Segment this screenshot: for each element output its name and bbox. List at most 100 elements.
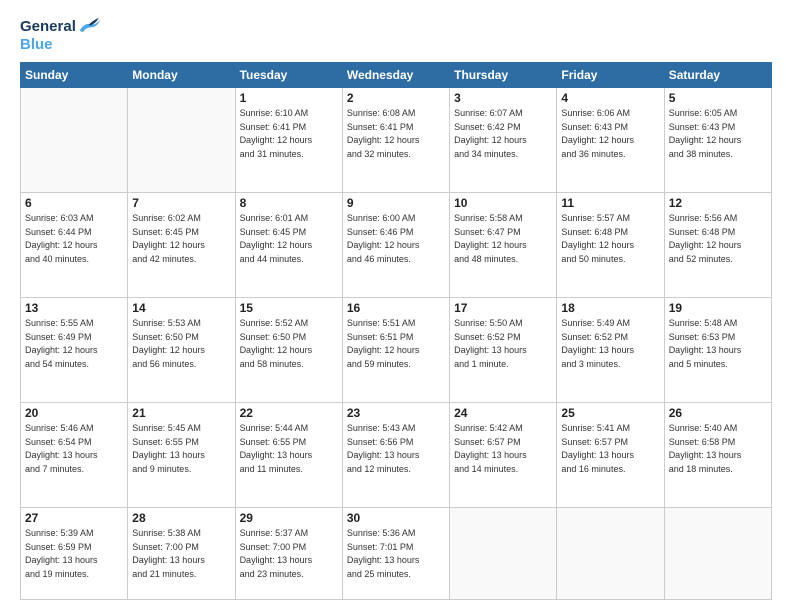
day-info: Sunrise: 5:48 AM Sunset: 6:53 PM Dayligh… bbox=[669, 317, 767, 371]
day-number: 4 bbox=[561, 91, 659, 105]
day-number: 16 bbox=[347, 301, 445, 315]
week-row-2: 6 Sunrise: 6:03 AM Sunset: 6:44 PM Daylig… bbox=[21, 193, 772, 298]
calendar-cell-1-5: 3Sunrise: 6:07 AM Sunset: 6:42 PM Daylig… bbox=[450, 88, 557, 193]
day-number: 17 bbox=[454, 301, 552, 315]
weekday-header-tuesday: Tuesday bbox=[235, 63, 342, 88]
day-info: Sunrise: 5:41 AM Sunset: 6:57 PM Dayligh… bbox=[561, 422, 659, 476]
day-info: Sunrise: 5:38 AM Sunset: 7:00 PM Dayligh… bbox=[132, 527, 230, 581]
calendar-cell-1-3: 1Sunrise: 6:10 AM Sunset: 6:41 PM Daylig… bbox=[235, 88, 342, 193]
day-number: 22 bbox=[240, 406, 338, 420]
day-info: Sunrise: 6:05 AM Sunset: 6:43 PM Dayligh… bbox=[669, 107, 767, 161]
day-info: Sunrise: 5:46 AM Sunset: 6:54 PM Dayligh… bbox=[25, 422, 123, 476]
calendar-cell-4-1: 20 Sunrise: 5:46 AM Sunset: 6:54 PM Dayli… bbox=[21, 403, 128, 508]
logo-bird-icon bbox=[78, 15, 102, 35]
day-info: Sunrise: 5:57 AM Sunset: 6:48 PM Dayligh… bbox=[561, 212, 659, 266]
week-row-4: 20 Sunrise: 5:46 AM Sunset: 6:54 PM Dayli… bbox=[21, 403, 772, 508]
calendar-cell-3-7: 19 Sunrise: 5:48 AM Sunset: 6:53 PM Dayli… bbox=[664, 298, 771, 403]
calendar-cell-3-4: 16 Sunrise: 5:51 AM Sunset: 6:51 PM Dayli… bbox=[342, 298, 449, 403]
day-info: Sunrise: 5:58 AM Sunset: 6:47 PM Dayligh… bbox=[454, 212, 552, 266]
calendar-cell-5-4: 30 Sunrise: 5:36 AM Sunset: 7:01 PM Dayli… bbox=[342, 508, 449, 600]
day-number: 9 bbox=[347, 196, 445, 210]
calendar-cell-3-3: 15 Sunrise: 5:52 AM Sunset: 6:50 PM Dayli… bbox=[235, 298, 342, 403]
day-info: Sunrise: 6:06 AM Sunset: 6:43 PM Dayligh… bbox=[561, 107, 659, 161]
day-number: 28 bbox=[132, 511, 230, 525]
calendar-page: General Blue SundayMondayTuesdayWednesda… bbox=[0, 0, 792, 612]
day-number: 18 bbox=[561, 301, 659, 315]
day-info: Sunrise: 6:02 AM Sunset: 6:45 PM Dayligh… bbox=[132, 212, 230, 266]
day-info: Sunrise: 5:45 AM Sunset: 6:55 PM Dayligh… bbox=[132, 422, 230, 476]
day-number: 11 bbox=[561, 196, 659, 210]
calendar-cell-3-5: 17 Sunrise: 5:50 AM Sunset: 6:52 PM Dayli… bbox=[450, 298, 557, 403]
day-number: 13 bbox=[25, 301, 123, 315]
calendar-cell-2-7: 12Sunrise: 5:56 AM Sunset: 6:48 PM Dayli… bbox=[664, 193, 771, 298]
day-info: Sunrise: 5:49 AM Sunset: 6:52 PM Dayligh… bbox=[561, 317, 659, 371]
day-info: Sunrise: 5:44 AM Sunset: 6:55 PM Dayligh… bbox=[240, 422, 338, 476]
day-number: 2 bbox=[347, 91, 445, 105]
day-info: Sunrise: 6:00 AM Sunset: 6:46 PM Dayligh… bbox=[347, 212, 445, 266]
day-info: Sunrise: 5:39 AM Sunset: 6:59 PM Dayligh… bbox=[25, 527, 123, 581]
day-number: 19 bbox=[669, 301, 767, 315]
calendar-cell-3-1: 13 Sunrise: 5:55 AM Sunset: 6:49 PM Dayli… bbox=[21, 298, 128, 403]
day-number: 15 bbox=[240, 301, 338, 315]
calendar-cell-2-5: 10 Sunrise: 5:58 AM Sunset: 6:47 PM Dayli… bbox=[450, 193, 557, 298]
calendar-cell-4-4: 23Sunrise: 5:43 AM Sunset: 6:56 PM Dayli… bbox=[342, 403, 449, 508]
day-info: Sunrise: 5:53 AM Sunset: 6:50 PM Dayligh… bbox=[132, 317, 230, 371]
day-number: 25 bbox=[561, 406, 659, 420]
day-number: 27 bbox=[25, 511, 123, 525]
day-info: Sunrise: 6:03 AM Sunset: 6:44 PM Dayligh… bbox=[25, 212, 123, 266]
day-info: Sunrise: 5:40 AM Sunset: 6:58 PM Dayligh… bbox=[669, 422, 767, 476]
day-number: 20 bbox=[25, 406, 123, 420]
week-row-3: 13 Sunrise: 5:55 AM Sunset: 6:49 PM Dayli… bbox=[21, 298, 772, 403]
day-info: Sunrise: 6:01 AM Sunset: 6:45 PM Dayligh… bbox=[240, 212, 338, 266]
day-number: 6 bbox=[25, 196, 123, 210]
day-info: Sunrise: 5:42 AM Sunset: 6:57 PM Dayligh… bbox=[454, 422, 552, 476]
day-number: 26 bbox=[669, 406, 767, 420]
day-info: Sunrise: 5:37 AM Sunset: 7:00 PM Dayligh… bbox=[240, 527, 338, 581]
day-number: 23 bbox=[347, 406, 445, 420]
calendar-cell-5-2: 28 Sunrise: 5:38 AM Sunset: 7:00 PM Dayli… bbox=[128, 508, 235, 600]
calendar-cell-1-2 bbox=[128, 88, 235, 193]
day-number: 10 bbox=[454, 196, 552, 210]
day-info: Sunrise: 5:51 AM Sunset: 6:51 PM Dayligh… bbox=[347, 317, 445, 371]
header: General Blue bbox=[20, 18, 772, 54]
weekday-header-friday: Friday bbox=[557, 63, 664, 88]
calendar-table: SundayMondayTuesdayWednesdayThursdayFrid… bbox=[20, 62, 772, 600]
calendar-cell-1-1 bbox=[21, 88, 128, 193]
day-info: Sunrise: 5:50 AM Sunset: 6:52 PM Dayligh… bbox=[454, 317, 552, 371]
weekday-header-monday: Monday bbox=[128, 63, 235, 88]
day-info: Sunrise: 6:08 AM Sunset: 6:41 PM Dayligh… bbox=[347, 107, 445, 161]
calendar-cell-2-1: 6 Sunrise: 6:03 AM Sunset: 6:44 PM Daylig… bbox=[21, 193, 128, 298]
calendar-cell-2-4: 9 Sunrise: 6:00 AM Sunset: 6:46 PM Daylig… bbox=[342, 193, 449, 298]
day-number: 21 bbox=[132, 406, 230, 420]
calendar-cell-2-3: 8Sunrise: 6:01 AM Sunset: 6:45 PM Daylig… bbox=[235, 193, 342, 298]
weekday-header-saturday: Saturday bbox=[664, 63, 771, 88]
calendar-cell-1-4: 2 Sunrise: 6:08 AM Sunset: 6:41 PM Daylig… bbox=[342, 88, 449, 193]
calendar-cell-2-6: 11 Sunrise: 5:57 AM Sunset: 6:48 PM Dayli… bbox=[557, 193, 664, 298]
calendar-cell-5-5 bbox=[450, 508, 557, 600]
calendar-cell-4-5: 24 Sunrise: 5:42 AM Sunset: 6:57 PM Dayli… bbox=[450, 403, 557, 508]
weekday-header-wednesday: Wednesday bbox=[342, 63, 449, 88]
week-row-1: 1Sunrise: 6:10 AM Sunset: 6:41 PM Daylig… bbox=[21, 88, 772, 193]
calendar-cell-3-2: 14 Sunrise: 5:53 AM Sunset: 6:50 PM Dayli… bbox=[128, 298, 235, 403]
calendar-cell-3-6: 18 Sunrise: 5:49 AM Sunset: 6:52 PM Dayli… bbox=[557, 298, 664, 403]
calendar-cell-5-1: 27 Sunrise: 5:39 AM Sunset: 6:59 PM Dayli… bbox=[21, 508, 128, 600]
day-info: Sunrise: 6:10 AM Sunset: 6:41 PM Dayligh… bbox=[240, 107, 338, 161]
day-info: Sunrise: 5:52 AM Sunset: 6:50 PM Dayligh… bbox=[240, 317, 338, 371]
day-number: 3 bbox=[454, 91, 552, 105]
calendar-cell-5-6 bbox=[557, 508, 664, 600]
day-number: 12 bbox=[669, 196, 767, 210]
calendar-cell-4-7: 26 Sunrise: 5:40 AM Sunset: 6:58 PM Dayli… bbox=[664, 403, 771, 508]
calendar-cell-1-6: 4 Sunrise: 6:06 AM Sunset: 6:43 PM Daylig… bbox=[557, 88, 664, 193]
calendar-cell-4-6: 25 Sunrise: 5:41 AM Sunset: 6:57 PM Dayli… bbox=[557, 403, 664, 508]
day-number: 14 bbox=[132, 301, 230, 315]
logo-text: General bbox=[20, 18, 76, 36]
calendar-cell-5-3: 29Sunrise: 5:37 AM Sunset: 7:00 PM Dayli… bbox=[235, 508, 342, 600]
day-number: 5 bbox=[669, 91, 767, 105]
calendar-cell-1-7: 5 Sunrise: 6:05 AM Sunset: 6:43 PM Daylig… bbox=[664, 88, 771, 193]
weekday-header-row: SundayMondayTuesdayWednesdayThursdayFrid… bbox=[21, 63, 772, 88]
day-info: Sunrise: 5:55 AM Sunset: 6:49 PM Dayligh… bbox=[25, 317, 123, 371]
day-number: 24 bbox=[454, 406, 552, 420]
weekday-header-thursday: Thursday bbox=[450, 63, 557, 88]
day-info: Sunrise: 5:36 AM Sunset: 7:01 PM Dayligh… bbox=[347, 527, 445, 581]
day-number: 30 bbox=[347, 511, 445, 525]
